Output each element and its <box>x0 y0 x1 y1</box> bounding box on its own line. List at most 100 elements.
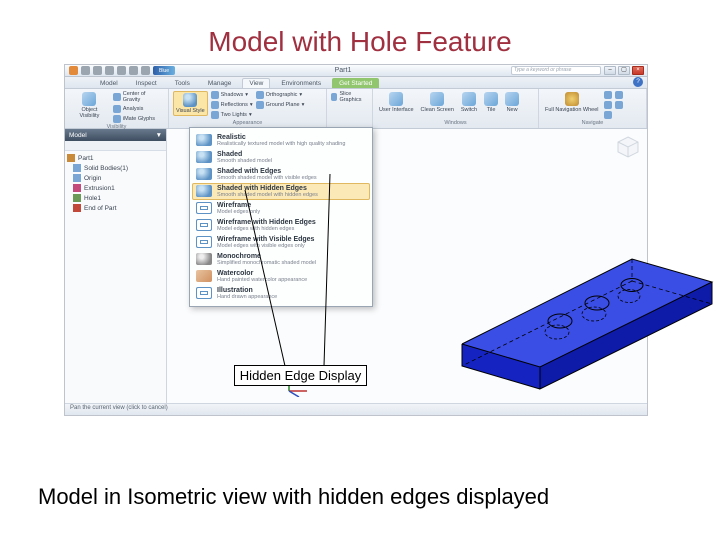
visual-style-label: Visual Style <box>176 108 205 114</box>
tree-node-solidbodies[interactable]: Solid Bodies(1) <box>67 163 164 173</box>
qat-print-icon[interactable] <box>141 66 150 75</box>
two-lights-button[interactable]: Two Lights ▾ <box>211 111 253 119</box>
qat-redo-icon[interactable] <box>129 66 138 75</box>
style-shaded[interactable]: ShadedSmooth shaded model <box>192 149 370 166</box>
nav-wheel-icon <box>565 92 579 106</box>
tree-node-origin[interactable]: Origin <box>67 173 164 183</box>
qat-undo-icon[interactable] <box>117 66 126 75</box>
tree-node-hole[interactable]: Hole1 <box>67 193 164 203</box>
shadows-button[interactable]: Shadows ▾ <box>211 91 253 99</box>
visual-style-dropdown: RealisticRealistically textured model wi… <box>189 127 373 307</box>
callout-label: Hidden Edge Display <box>234 365 367 386</box>
visual-style-icon <box>183 93 197 107</box>
monochrome-icon <box>196 253 212 265</box>
pan-icon[interactable] <box>604 91 612 99</box>
window-buttons: – ▢ × <box>601 66 647 75</box>
object-visibility-icon <box>82 92 96 106</box>
new-window-button[interactable]: New <box>503 91 521 114</box>
user-interface-button[interactable]: User Interface <box>377 91 416 114</box>
help-search-input[interactable]: Type a keyword or phrase <box>511 66 601 75</box>
style-shaded-hidden-edges[interactable]: Shaded with Hidden EdgesSmooth shaded mo… <box>192 183 370 200</box>
style-realistic[interactable]: RealisticRealistically textured model wi… <box>192 132 370 149</box>
slice-graphics-button[interactable]: Slice Graphics <box>331 91 368 103</box>
style-shaded-edges[interactable]: Shaded with EdgesSmooth shaded model wit… <box>192 166 370 183</box>
part-icon <box>67 154 75 162</box>
tile-button[interactable]: Tile <box>482 91 500 114</box>
panel-appearance-title: Appearance <box>173 119 322 126</box>
graphics-canvas[interactable]: RealisticRealistically textured model wi… <box>167 129 647 403</box>
tree-node-extrusion[interactable]: Extrusion1 <box>67 183 164 193</box>
switch-icon <box>462 92 476 106</box>
analysis-button[interactable]: Analysis <box>113 105 164 113</box>
tab-model[interactable]: Model <box>93 78 125 88</box>
slide-title: Model with Hole Feature <box>0 0 720 70</box>
wireframe-visible-icon <box>196 236 212 248</box>
realistic-icon <box>196 134 212 146</box>
style-wireframe-hidden[interactable]: Wireframe with Hidden EdgesModel edges w… <box>192 217 370 234</box>
home-view-icon[interactable] <box>615 101 623 109</box>
tab-tools[interactable]: Tools <box>168 78 197 88</box>
browser-header[interactable]: Model▼ <box>65 129 166 141</box>
qat-open-icon[interactable] <box>93 66 102 75</box>
watercolor-icon <box>196 270 212 282</box>
ribbon-tabs: Model Inspect Tools Manage View Environm… <box>65 77 647 89</box>
qat-new-icon[interactable] <box>81 66 90 75</box>
imate-glyphs-button[interactable]: iMate Glyphs <box>113 115 164 123</box>
style-watercolor[interactable]: WatercolorHand painted watercolor appear… <box>192 268 370 285</box>
orthographic-icon <box>256 91 264 99</box>
maximize-button[interactable]: ▢ <box>618 66 630 75</box>
shaded-edges-icon <box>196 168 212 180</box>
reflections-icon <box>211 101 219 109</box>
zoom-icon[interactable] <box>604 101 612 109</box>
clean-screen-button[interactable]: Clean Screen <box>419 91 456 114</box>
panel-windows-title: Windows <box>377 119 534 126</box>
tree-node-part[interactable]: Part1 <box>67 153 164 163</box>
look-at-icon[interactable] <box>615 91 623 99</box>
analysis-icon <box>113 105 121 113</box>
status-bar: Pan the current view (click to cancel) <box>65 403 647 415</box>
help-icon[interactable]: ? <box>633 77 643 87</box>
panel-slice: Slice Graphics <box>327 89 373 128</box>
style-illustration[interactable]: IllustrationHand drawn appearance <box>192 285 370 302</box>
illustration-icon <box>196 287 212 299</box>
slide-caption: Model in Isometric view with hidden edge… <box>38 484 549 510</box>
viewcube[interactable] <box>616 135 640 159</box>
close-button[interactable]: × <box>632 66 644 75</box>
shaded-hidden-edges-icon <box>196 185 212 197</box>
style-wireframe-visible[interactable]: Wireframe with Visible EdgesModel edges … <box>192 234 370 251</box>
object-visibility-button[interactable]: Object Visibility <box>69 91 110 120</box>
tab-inspect[interactable]: Inspect <box>129 78 164 88</box>
tree-node-endofpart[interactable]: End of Part <box>67 203 164 213</box>
tab-get-started[interactable]: Get Started <box>332 78 379 88</box>
center-of-gravity-button[interactable]: Center of Gravity <box>113 91 164 103</box>
browser-toolbar[interactable] <box>65 141 166 151</box>
reflections-button[interactable]: Reflections ▾ <box>211 101 253 109</box>
titlebar: Blue Part1 Type a keyword or phrase – ▢ … <box>65 65 647 77</box>
orbit-icon[interactable] <box>604 111 612 119</box>
visual-style-button[interactable]: Visual Style <box>173 91 208 116</box>
clean-screen-icon <box>430 92 444 106</box>
ribbon: Object Visibility Center of Gravity Anal… <box>65 89 647 129</box>
tab-view[interactable]: View <box>242 78 270 88</box>
tile-icon <box>484 92 498 106</box>
switch-windows-button[interactable]: Switch <box>459 91 479 114</box>
ground-plane-button[interactable]: Ground Plane ▾ <box>256 101 305 109</box>
style-monochrome[interactable]: MonochromeSimplified monochromatic shade… <box>192 251 370 268</box>
minimize-button[interactable]: – <box>604 66 616 75</box>
app-menu-icon[interactable] <box>69 66 78 75</box>
extrusion-icon <box>73 184 81 192</box>
document-title: Part1 <box>175 67 511 74</box>
imate-icon <box>113 115 121 123</box>
new-window-icon <box>505 92 519 106</box>
tab-environments[interactable]: Environments <box>274 78 328 88</box>
orthographic-button[interactable]: Orthographic ▾ <box>256 91 305 99</box>
qat-color-swatch[interactable]: Blue <box>153 66 175 75</box>
panel-navigate: Full Navigation Wheel Navigate <box>539 89 647 128</box>
quick-access-toolbar: Blue <box>65 66 175 75</box>
cog-icon <box>113 93 121 101</box>
qat-save-icon[interactable] <box>105 66 114 75</box>
wireframe-icon <box>196 202 212 214</box>
navigation-wheel-button[interactable]: Full Navigation Wheel <box>543 91 601 114</box>
tab-manage[interactable]: Manage <box>201 78 239 88</box>
style-wireframe[interactable]: WireframeModel edges only <box>192 200 370 217</box>
